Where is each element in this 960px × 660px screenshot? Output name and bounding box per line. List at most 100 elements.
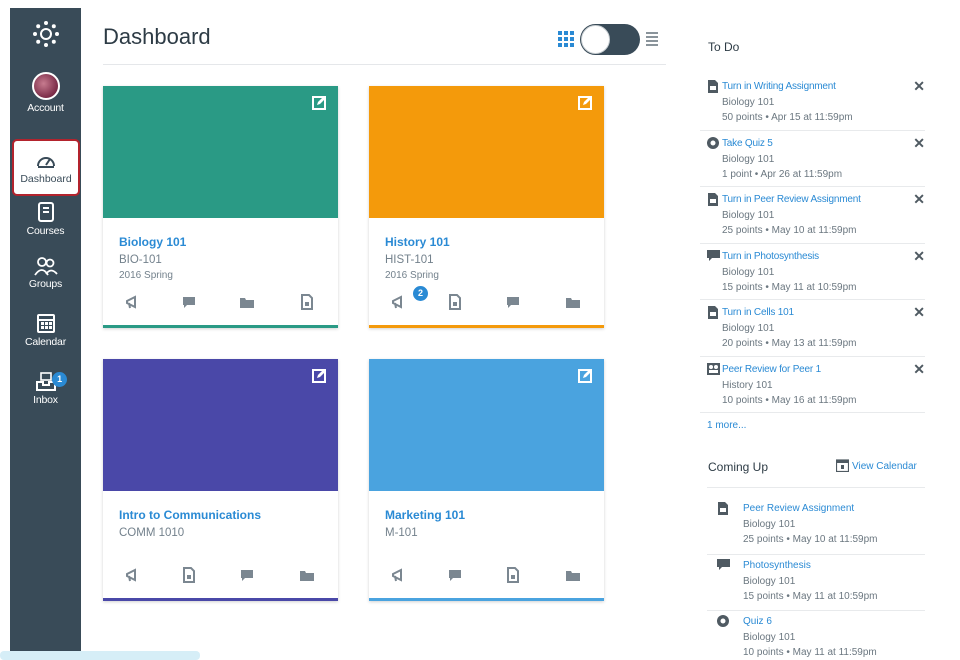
assignment-icon [708,193,718,206]
card-color-bar [369,598,604,601]
todo-meta: 25 points • May 10 at 11:59pm [722,225,857,236]
todo-meta: 20 points • May 13 at 11:59pm [722,338,857,349]
card-icons [103,567,338,587]
dismiss-icon[interactable]: ✕ [913,78,925,95]
nav-item-groups[interactable]: Groups [10,256,81,290]
assignments-icon[interactable] [181,567,197,583]
card-icons [369,567,604,587]
discussions-icon[interactable] [447,567,463,583]
assignments-icon[interactable] [505,567,521,583]
view-calendar-link[interactable]: View Calendar [835,459,917,473]
assignment-icon [708,80,718,93]
canvas-logo-icon[interactable] [32,20,60,48]
todo-course: Biology 101 [722,210,775,221]
card-view-icon[interactable] [558,31,574,47]
nav-item-calendar[interactable]: Calendar [10,312,81,348]
coming-up-divider [707,487,925,488]
card-hero[interactable] [103,359,338,491]
right-sidebar: To Do Turn in Writing Assignment Biology… [700,0,935,660]
coming-up-course: Biology 101 [743,632,796,643]
discussions-icon[interactable] [239,567,255,583]
todo-link[interactable]: Turn in Peer Review Assignment [722,187,925,205]
card-title[interactable]: Intro to Communications [119,508,261,522]
course-card-biology[interactable]: Biology 101 BIO-101 2016 Spring [103,86,338,328]
todo-list: Turn in Writing Assignment Biology 101 5… [700,74,925,413]
assignment-icon [708,306,718,319]
coming-up-link[interactable]: Peer Review Assignment [743,498,925,514]
dismiss-icon[interactable]: ✕ [913,191,925,208]
quiz-icon [717,615,729,627]
todo-heading: To Do [708,40,740,54]
view-switch[interactable] [580,24,640,55]
announcements-icon[interactable] [391,294,407,310]
discussion-icon [717,558,730,570]
coming-up-list: Peer Review Assignment Biology 101 25 po… [707,498,925,660]
coming-up-link[interactable]: Photosynthesis [743,555,925,571]
global-nav: Account Dashboard Courses Groups Calenda… [10,8,81,660]
dismiss-icon[interactable]: ✕ [913,304,925,321]
coming-up-item: Photosynthesis Biology 101 15 points • M… [707,555,925,611]
edit-icon[interactable] [578,95,593,110]
dismiss-icon[interactable]: ✕ [913,361,925,378]
card-color-bar [103,598,338,601]
announcements-icon[interactable] [125,567,141,583]
course-card-communications[interactable]: Intro to Communications COMM 1010 [103,359,338,601]
nav-item-account[interactable]: Account [10,72,81,114]
edit-icon[interactable] [312,368,327,383]
dismiss-icon[interactable]: ✕ [913,248,925,265]
todo-link[interactable]: Turn in Cells 101 [722,300,925,318]
card-icons: 2 [369,286,604,314]
switch-knob [581,25,610,54]
assignments-icon[interactable] [299,294,315,310]
card-title[interactable]: Biology 101 [119,235,186,249]
edit-icon[interactable] [312,95,327,110]
nav-item-label: Courses [26,225,65,237]
files-icon[interactable] [565,294,581,310]
todo-course: Biology 101 [722,266,775,278]
nav-item-courses[interactable]: Courses [10,201,81,237]
card-hero[interactable] [369,359,604,491]
edit-icon[interactable] [578,368,593,383]
files-icon[interactable] [239,294,255,310]
todo-link[interactable]: Take Quiz 5 [722,131,925,149]
course-card-history[interactable]: History 101 HIST-101 2016 Spring 2 [369,86,604,328]
todo-item: Turn in Photosynthesis Biology 101 15 po… [700,244,925,300]
todo-course: Biology 101 [722,153,775,165]
todo-item: Turn in Writing Assignment Biology 101 5… [700,74,925,131]
inbox-badge: 1 [52,372,67,387]
announcements-icon[interactable] [391,567,407,583]
bottom-status-bar [0,651,200,660]
course-card-marketing[interactable]: Marketing 101 M-101 [369,359,604,601]
todo-link[interactable]: Turn in Photosynthesis [722,244,925,262]
coming-up-course: Biology 101 [743,519,796,530]
announcements-icon[interactable] [125,294,141,310]
nav-item-inbox[interactable]: 1 Inbox [10,370,81,406]
card-icons [103,294,338,314]
discussions-icon[interactable] [505,294,521,310]
card-title[interactable]: Marketing 101 [385,508,465,522]
card-code: COMM 1010 [119,527,185,539]
quiz-icon [707,136,719,149]
announcement-badge: 2 [413,286,428,301]
card-color-bar [103,325,338,328]
card-title[interactable]: History 101 [385,235,450,249]
files-icon[interactable] [299,567,315,583]
page-title: Dashboard [103,24,211,49]
coming-up-meta: 10 points • May 11 at 11:59pm [743,647,877,658]
todo-link[interactable]: Peer Review for Peer 1 [722,357,925,375]
dashboard-view-toggle[interactable] [558,24,662,56]
assignments-icon[interactable] [447,294,463,310]
dismiss-icon[interactable]: ✕ [913,135,925,152]
discussions-icon[interactable] [181,294,197,310]
nav-item-dashboard[interactable]: Dashboard [12,139,80,196]
avatar [31,72,60,100]
files-icon[interactable] [565,567,581,583]
coming-up-meta: 15 points • May 11 at 10:59pm [743,590,878,602]
card-hero[interactable] [103,86,338,218]
coming-up-link[interactable]: Quiz 6 [743,611,925,627]
peer-review-icon [707,362,720,375]
list-view-icon[interactable] [646,32,658,46]
todo-link[interactable]: Turn in Writing Assignment [722,74,925,92]
card-hero[interactable] [369,86,604,218]
todo-more-link[interactable]: 1 more... [707,420,746,431]
